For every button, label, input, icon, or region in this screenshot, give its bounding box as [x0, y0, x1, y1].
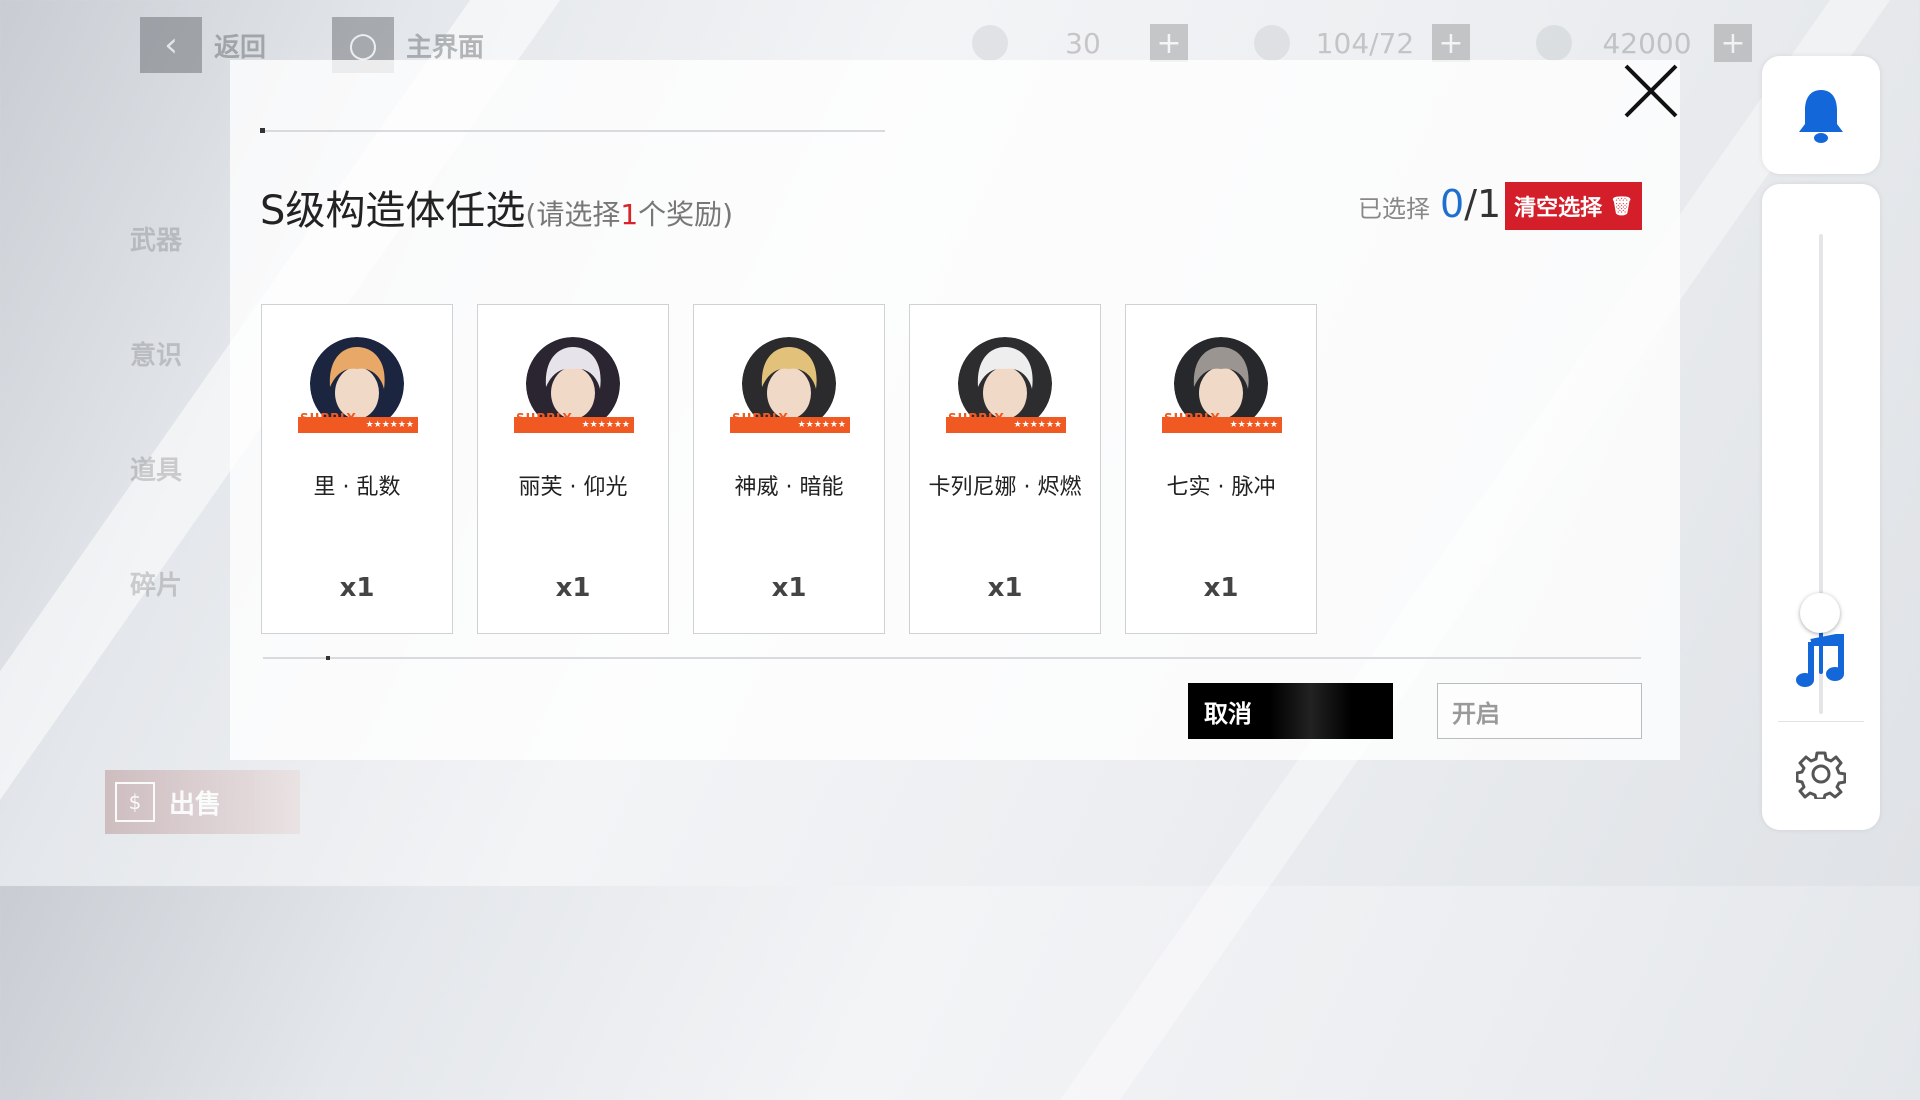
resource-value: 104/72 [1315, 26, 1415, 60]
divider [260, 128, 885, 133]
supply-tag: SUPPLY [948, 411, 1005, 425]
reward-card-list: ★★★★★★ SUPPLY 里 · 乱数 x1 ★★★★★★ SUPPLY 丽芙… [261, 304, 1317, 634]
sell-icon: $ [115, 782, 155, 822]
selection-counter: 已选择 0 / 1 [1358, 182, 1501, 226]
reward-quantity: x1 [987, 573, 1023, 603]
clear-selection-button[interactable]: 清空选择 🗑 [1505, 182, 1642, 230]
plus-icon[interactable]: + [1150, 24, 1188, 62]
sell-label: 出售 [169, 789, 222, 820]
reward-card[interactable]: ★★★★★★ SUPPLY 里 · 乱数 x1 [261, 304, 453, 634]
volume-slider-handle[interactable] [1800, 593, 1840, 634]
character-name: 卡列尼娜 · 烬燃 [928, 475, 1082, 500]
bell-icon [1799, 90, 1843, 143]
music-note-icon[interactable] [1795, 634, 1847, 690]
coin-icon [1536, 25, 1572, 61]
modal-subtitle: (请选择1个奖励) [525, 198, 734, 231]
chevron-left-icon: ‹ [140, 17, 202, 73]
supply-tag: SUPPLY [516, 411, 573, 425]
back-label: 返回 [214, 32, 267, 63]
open-label: 开启 [1452, 699, 1500, 728]
title-text: S级构造体任选 [260, 188, 526, 234]
nav-item-memory[interactable]: 意识 [130, 335, 182, 450]
cancel-label: 取消 [1204, 699, 1252, 728]
resource-value: 30 [1065, 26, 1101, 60]
supply-tag: SUPPLY [732, 411, 789, 425]
supply-tag: SUPPLY [300, 411, 357, 425]
reward-quantity: x1 [339, 573, 375, 603]
stamina-icon [972, 25, 1008, 61]
modal-title: S级构造体任选(请选择1个奖励) [260, 178, 733, 236]
reward-card[interactable]: ★★★★★★ SUPPLY 七实 · 脉冲 x1 [1125, 304, 1317, 634]
gear-icon[interactable] [1796, 749, 1846, 799]
reward-quantity: x1 [771, 573, 807, 603]
reward-quantity: x1 [1203, 573, 1239, 603]
reward-card[interactable]: ★★★★★★ SUPPLY 丽芙 · 仰光 x1 [477, 304, 669, 634]
selected-count: 0 [1440, 182, 1465, 226]
nav-item-items[interactable]: 道具 [130, 450, 182, 565]
divider [1778, 721, 1864, 722]
plus-icon[interactable]: + [1432, 24, 1470, 62]
clear-label: 清空选择 [1514, 196, 1603, 221]
character-name: 神威 · 暗能 [734, 475, 844, 500]
trash-icon: 🗑 [1610, 195, 1633, 217]
resource-coin: 42000 + [1536, 24, 1752, 62]
divider [263, 656, 1641, 660]
selected-separator: / [1464, 182, 1477, 226]
sell-button[interactable]: $ 出售 [105, 770, 300, 834]
cancel-button[interactable]: 取消 [1188, 683, 1393, 739]
volume-panel [1762, 184, 1880, 830]
open-button[interactable]: 开启 [1437, 683, 1642, 739]
home-label: 主界面 [406, 32, 485, 63]
reward-quantity: x1 [555, 573, 591, 603]
resource-energy: 104/72 + [1254, 24, 1470, 62]
resource-value: 42000 [1602, 26, 1692, 60]
supply-tag: SUPPLY [1164, 411, 1221, 425]
character-name: 七实 · 脉冲 [1166, 475, 1276, 500]
notification-button[interactable] [1762, 56, 1880, 174]
resource-stamina: 30 + [972, 24, 1188, 62]
close-icon[interactable] [1618, 58, 1684, 124]
character-name: 丽芙 · 仰光 [518, 475, 628, 500]
selected-label: 已选择 [1358, 195, 1430, 223]
left-nav: 武器 意识 道具 碎片 [130, 220, 182, 680]
nav-item-fragments[interactable]: 碎片 [130, 565, 182, 680]
reward-card[interactable]: ★★★★★★ SUPPLY 神威 · 暗能 x1 [693, 304, 885, 634]
plus-icon[interactable]: + [1714, 24, 1752, 62]
nav-item-weapons[interactable]: 武器 [130, 220, 182, 335]
selected-total: 1 [1477, 182, 1502, 226]
character-name: 里 · 乱数 [313, 475, 401, 500]
reward-card[interactable]: ★★★★★★ SUPPLY 卡列尼娜 · 烬燃 x1 [909, 304, 1101, 634]
energy-icon [1254, 25, 1290, 61]
